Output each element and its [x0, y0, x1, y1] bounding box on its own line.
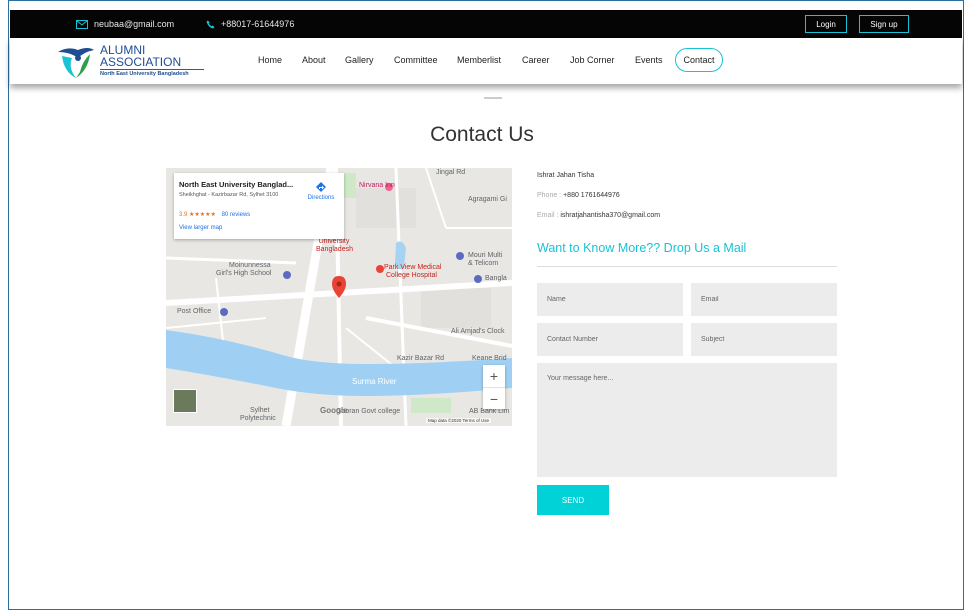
contact-name: Ishrat Jahan Tisha	[537, 172, 595, 179]
map-label-ali-amjad: Ali Amjad's Clock	[451, 328, 505, 335]
nav-job-corner[interactable]: Job Corner	[570, 55, 615, 65]
mail-icon	[76, 19, 88, 29]
logo-rule	[100, 69, 204, 70]
map-place-card: North East University Banglad... Sheikhg…	[174, 173, 344, 239]
map-label-nirvana: Nirvana Inn	[359, 182, 395, 189]
form-divider	[537, 266, 837, 267]
map-label-mouri-2: & Telicom	[468, 260, 499, 267]
logo-line2: ASSOCIATION	[100, 55, 182, 69]
nav-events[interactable]: Events	[635, 55, 663, 65]
map-label-polytechnic: Polytechnic	[240, 415, 276, 422]
view-larger-map-link[interactable]: View larger map	[179, 225, 222, 231]
name-field[interactable]	[537, 283, 683, 316]
directions-button[interactable]: Directions	[304, 181, 338, 201]
map-place-rating: 3.9 ★★★★★ 80 reviews	[179, 211, 250, 218]
map-label-keane: Keane Brid	[472, 355, 507, 362]
contact-email-label: Email :	[537, 212, 559, 219]
map-label-moinunnessa: Moinunnessa	[229, 262, 271, 269]
topbar-email-text: neubaa@gmail.com	[94, 19, 175, 29]
directions-icon	[316, 182, 326, 192]
nav-about[interactable]: About	[302, 55, 326, 65]
divider-dash	[484, 97, 502, 99]
main-navbar: ALUMNI ASSOCIATION North East University…	[10, 38, 962, 84]
contact-phone: Phone : +880 1761644976	[537, 192, 620, 199]
satellite-toggle[interactable]	[173, 389, 197, 413]
send-button[interactable]: SEND	[537, 485, 609, 515]
topbar-phone[interactable]: +88017-61644976	[206, 10, 294, 38]
map-label-girls-school: Girl's High School	[216, 270, 272, 277]
google-map[interactable]: Nirvana Inn Agragami Gi Mouri Multi & Te…	[166, 168, 512, 426]
email-field[interactable]	[691, 283, 837, 316]
form-heading: Want to Know More?? Drop Us a Mail	[537, 241, 747, 255]
zoom-in-button[interactable]: +	[483, 365, 505, 387]
nav-committee[interactable]: Committee	[394, 55, 438, 65]
map-reviews-link[interactable]: 80 reviews	[222, 212, 251, 218]
map-label-mouri: Mouri Multi	[468, 252, 503, 259]
nav-career[interactable]: Career	[522, 55, 550, 65]
nav-gallery[interactable]: Gallery	[345, 55, 374, 65]
map-label-sylhet: Sylhet	[250, 407, 270, 414]
logo-line3: North East University Bangladesh	[100, 71, 189, 77]
map-place-name: North East University Banglad...	[179, 180, 294, 189]
contact-email-value: ishratjahantisha370@gmail.com	[560, 212, 661, 219]
map-label-parkview: Park View Medical	[384, 264, 442, 271]
directions-label: Directions	[307, 195, 335, 201]
map-label-agragami: Agragami Gi	[468, 196, 507, 203]
contact-phone-value: +880 1761644976	[563, 192, 620, 199]
map-label-parkview-2: College Hospital	[386, 272, 437, 279]
subject-field[interactable]	[691, 323, 837, 356]
topbar-email[interactable]: neubaa@gmail.com	[76, 10, 174, 38]
phone-icon	[206, 19, 215, 29]
logo-emblem-icon	[58, 48, 94, 78]
topbar-phone-text: +88017-61644976	[221, 19, 295, 29]
nav-memberlist[interactable]: Memberlist	[457, 55, 501, 65]
nav-home[interactable]: Home	[258, 55, 282, 65]
contact-email: Email : ishratjahantisha370@gmail.com	[537, 212, 660, 219]
map-label-bangla: Bangla	[485, 275, 507, 282]
site-logo[interactable]: ALUMNI ASSOCIATION North East University…	[54, 42, 204, 80]
map-label-post-office: Post Office	[177, 308, 212, 315]
left-frame-edge	[0, 0, 9, 610]
nav-contact[interactable]: Contact	[675, 48, 723, 72]
map-label-jingal: Jingal Rd	[436, 169, 466, 176]
zoom-out-button[interactable]: −	[483, 387, 505, 410]
message-field[interactable]	[537, 363, 837, 477]
contact-number-field[interactable]	[537, 323, 683, 356]
map-footer[interactable]: Map data ©2020 Terms of Use	[426, 418, 492, 423]
contact-phone-label: Phone :	[537, 192, 562, 199]
signup-button[interactable]: Sign up	[859, 15, 909, 33]
map-label-kazir-bazar: Kazir Bazar Rd	[397, 355, 445, 362]
star-icon: ★★★★★	[189, 212, 216, 218]
map-rating-value: 3.9	[179, 212, 188, 218]
map-label-surma: Surma River	[352, 377, 397, 386]
top-bar: neubaa@gmail.com +88017-61644976 Login S…	[10, 10, 962, 38]
map-zoom-control: + −	[483, 365, 505, 409]
map-place-address: Sheikhghat - Kazirbazar Rd, Sylhet 3100	[179, 192, 279, 198]
page-title: Contact Us	[430, 123, 534, 146]
google-logo: Google	[320, 406, 348, 415]
login-button[interactable]: Login	[805, 15, 847, 33]
